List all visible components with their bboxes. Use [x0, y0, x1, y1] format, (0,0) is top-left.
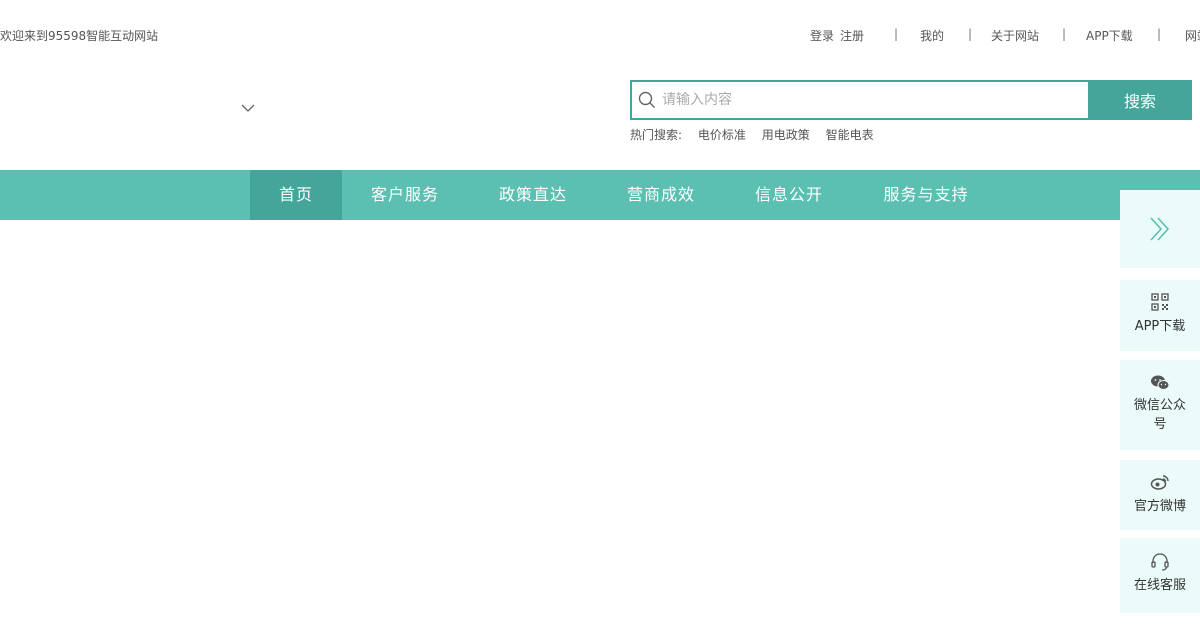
nav-item-info[interactable]: 信息公开 [726, 170, 852, 220]
more-link[interactable]: 网站 [1185, 27, 1200, 43]
hot-search-item[interactable]: 用电政策 [762, 128, 810, 142]
nav-item-support[interactable]: 服务与支持 [854, 170, 998, 220]
float-online-service[interactable]: 在线客服 [1120, 538, 1200, 613]
app-download-link[interactable]: APP下载 [1086, 27, 1133, 43]
search-button[interactable]: 搜索 [1088, 80, 1192, 120]
wechat-icon [1151, 375, 1170, 390]
chevron-down-icon[interactable] [240, 100, 256, 116]
search-input[interactable] [662, 82, 1088, 118]
separator: | [1062, 27, 1067, 41]
headset-icon [1151, 553, 1169, 571]
nav-item-home[interactable]: 首页 [250, 170, 342, 220]
wechat-label: 微信公众号 [1133, 398, 1186, 432]
hot-search: 热门搜索: 电价标准 用电政策 智能电表 [630, 126, 886, 143]
mine-link[interactable]: 我的 [920, 27, 944, 43]
float-wechat[interactable]: 微信公众号 [1120, 360, 1200, 450]
main-nav: 首页 客户服务 政策直达 营商成效 信息公开 服务与支持 [0, 170, 1200, 220]
separator: | [1157, 27, 1162, 41]
register-link[interactable]: 注册 [840, 27, 864, 43]
hot-search-label: 热门搜索: [630, 128, 683, 142]
nav-item-customer-service[interactable]: 客户服务 [342, 170, 468, 220]
search-box: 搜索 [630, 80, 1192, 120]
weibo-icon [1150, 475, 1169, 490]
hot-search-item[interactable]: 智能电表 [826, 128, 874, 142]
float-app-download[interactable]: APP下载 [1120, 280, 1200, 351]
qr-code-icon [1151, 293, 1169, 311]
login-link[interactable]: 登录 [810, 27, 834, 43]
online-service-label: 在线客服 [1133, 578, 1186, 593]
double-chevron-right-icon [1150, 217, 1170, 241]
top-bar: 欢迎来到95598智能互动网站 登录 注册 | 我的 | 关于网站 | APP下… [0, 0, 1200, 70]
float-weibo[interactable]: 官方微博 [1120, 460, 1200, 530]
separator: | [894, 27, 899, 41]
about-link[interactable]: 关于网站 [991, 27, 1039, 43]
float-collapse-button[interactable] [1120, 190, 1200, 268]
nav-item-business[interactable]: 营商成效 [598, 170, 724, 220]
nav-item-policy[interactable]: 政策直达 [470, 170, 596, 220]
welcome-text: 欢迎来到95598智能互动网站 [0, 29, 159, 43]
search-icon [638, 91, 655, 108]
weibo-label: 官方微博 [1133, 499, 1186, 514]
app-download-label: APP下载 [1134, 319, 1186, 334]
top-links: 登录 注册 | 我的 | 关于网站 | APP下载 | 网站 [810, 27, 1200, 43]
separator: | [968, 27, 973, 41]
hot-search-item[interactable]: 电价标准 [698, 128, 746, 142]
